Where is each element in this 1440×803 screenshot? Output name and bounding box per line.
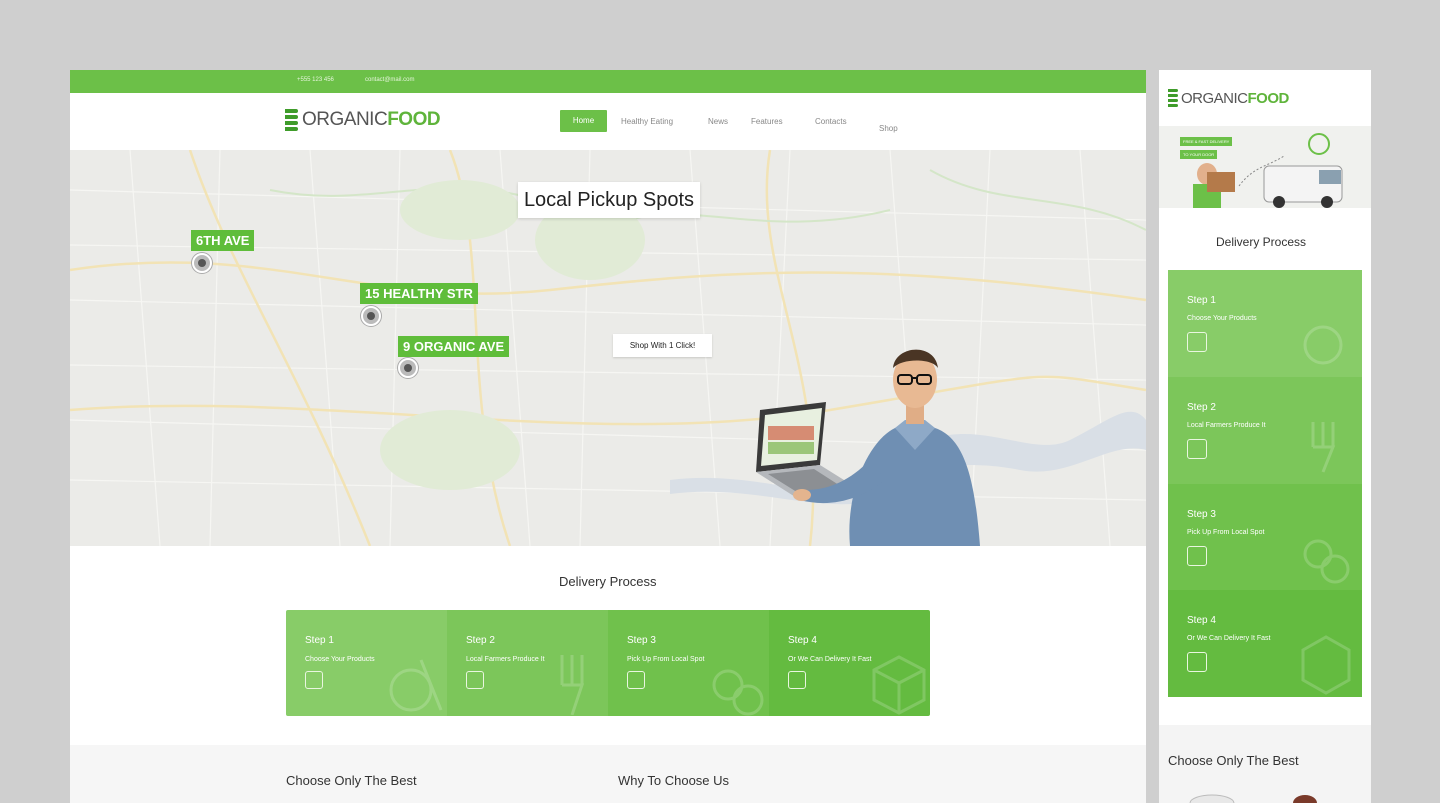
logo-icon bbox=[1168, 89, 1178, 107]
step-checkbox[interactable] bbox=[1187, 332, 1207, 352]
email-address[interactable]: contact@mail.com bbox=[365, 77, 414, 83]
mobile-choose-section: Choose Only The Best bbox=[1159, 725, 1371, 803]
step-title: Step 2 bbox=[466, 635, 495, 646]
step-checkbox[interactable] bbox=[466, 671, 484, 689]
bottom-section: Choose Only The Best Why To Choose Us bbox=[70, 745, 1146, 803]
why-choose-us-title: Why To Choose Us bbox=[618, 773, 730, 788]
pin-label-6th-ave[interactable]: 6TH AVE bbox=[191, 230, 255, 251]
step-checkbox[interactable] bbox=[305, 671, 323, 689]
mobile-header: ORGANIC FOOD bbox=[1159, 70, 1371, 126]
step-subtitle: Choose Your Products bbox=[305, 656, 375, 663]
step-checkbox[interactable] bbox=[1187, 439, 1207, 459]
map-pin-icon[interactable] bbox=[361, 306, 381, 326]
produce-icon bbox=[1303, 325, 1343, 365]
step-subtitle: Local Farmers Produce It bbox=[1187, 422, 1266, 429]
step-subtitle: Or We Can Delivery It Fast bbox=[788, 656, 872, 663]
step-title: Step 4 bbox=[1187, 615, 1216, 626]
nav-healthy-eating[interactable]: Healthy Eating bbox=[621, 117, 673, 126]
pin-label-9-organic-ave[interactable]: 9 ORGANIC AVE bbox=[398, 336, 510, 357]
box-icon bbox=[872, 655, 926, 715]
logo-text-organic: ORGANIC bbox=[1181, 89, 1248, 107]
basket-icon bbox=[1303, 539, 1350, 584]
step-title: Step 4 bbox=[788, 635, 817, 646]
step-title: Step 2 bbox=[1187, 402, 1216, 413]
step-title: Step 3 bbox=[627, 635, 656, 646]
mobile-step-card-2: Step 2 Local Farmers Produce It bbox=[1168, 377, 1362, 484]
logo-text-food: FOOD bbox=[387, 109, 441, 130]
step-subtitle: Choose Your Products bbox=[1187, 315, 1257, 322]
nav-shop[interactable]: Shop bbox=[879, 124, 898, 133]
mobile-mockup: ORGANIC FOOD FREE & FAST DELIVERY TO YOUR… bbox=[1159, 70, 1371, 803]
step-checkbox[interactable] bbox=[788, 671, 806, 689]
box-icon bbox=[1301, 635, 1351, 695]
step-subtitle: Pick Up From Local Spot bbox=[627, 656, 705, 663]
step-checkbox[interactable] bbox=[1187, 652, 1207, 672]
mobile-choose-title: Choose Only The Best bbox=[1168, 753, 1299, 768]
step-title: Step 1 bbox=[305, 635, 334, 646]
mobile-step-card-3: Step 3 Pick Up From Local Spot bbox=[1168, 484, 1362, 590]
step-subtitle: Local Farmers Produce It bbox=[466, 656, 545, 663]
map-pin-icon[interactable] bbox=[398, 358, 418, 378]
step-checkbox[interactable] bbox=[1187, 546, 1207, 566]
mobile-step-card-4: Step 4 Or We Can Delivery It Fast bbox=[1168, 590, 1362, 697]
nav-home[interactable]: Home bbox=[560, 110, 607, 132]
step-card-1: Step 1 Choose Your Products bbox=[286, 610, 447, 716]
produce-icon bbox=[389, 659, 443, 712]
man-with-laptop-image bbox=[756, 349, 980, 546]
mobile-step-card-1: Step 1 Choose Your Products bbox=[1168, 270, 1362, 377]
delivery-process-title: Delivery Process bbox=[559, 574, 657, 589]
mobile-delivery-banner: FREE & FAST DELIVERY TO YOUR DOOR bbox=[1159, 126, 1371, 208]
step-subtitle: Pick Up From Local Spot bbox=[1187, 529, 1265, 536]
mobile-steps: Step 1 Choose Your Products Step 2 Local… bbox=[1168, 270, 1362, 697]
fork-icon bbox=[560, 655, 585, 715]
fork-icon bbox=[1311, 422, 1336, 473]
logo-text-food: FOOD bbox=[1247, 89, 1290, 107]
site-logo[interactable]: ORGANIC FOOD bbox=[285, 109, 441, 131]
hero-map: Local Pickup Spots 6TH AVE 15 HEALTHY ST… bbox=[70, 150, 1146, 546]
step-checkbox[interactable] bbox=[627, 671, 645, 689]
step-subtitle: Or We Can Delivery It Fast bbox=[1187, 635, 1271, 642]
map-pin-icon[interactable] bbox=[192, 253, 212, 273]
mobile-delivery-title: Delivery Process bbox=[1216, 235, 1307, 249]
step-card-3: Step 3 Pick Up From Local Spot bbox=[608, 610, 769, 716]
hero-title: Local Pickup Spots bbox=[518, 182, 700, 218]
mobile-logo[interactable]: ORGANIC FOOD bbox=[1168, 89, 1289, 107]
phone-number[interactable]: +555 123 456 bbox=[297, 77, 334, 83]
shop-one-click-button[interactable]: Shop With 1 Click! bbox=[613, 334, 712, 357]
step-card-4: Step 4 Or We Can Delivery It Fast bbox=[769, 610, 930, 716]
nav-features[interactable]: Features bbox=[751, 117, 783, 126]
step-title: Step 1 bbox=[1187, 295, 1216, 306]
top-info-bar: +555 123 456 contact@mail.com bbox=[70, 70, 1146, 93]
desktop-mockup: +555 123 456 contact@mail.com ORGANIC FOO… bbox=[70, 70, 1146, 803]
mobile-delivery-process: Delivery Process Step 1 Choose Your Prod… bbox=[1159, 208, 1371, 725]
step-title: Step 3 bbox=[1187, 509, 1216, 520]
logo-text-organic: ORGANIC bbox=[302, 109, 388, 130]
product-images-partial bbox=[1189, 794, 1317, 803]
choose-best-title: Choose Only The Best bbox=[286, 773, 417, 788]
step-card-2: Step 2 Local Farmers Produce It bbox=[447, 610, 608, 716]
basket-icon bbox=[712, 669, 764, 716]
main-navbar: ORGANIC FOOD Home Healthy Eating News Fea… bbox=[70, 93, 1146, 150]
delivery-van-image bbox=[1193, 133, 1343, 208]
pin-label-15-healthy-str[interactable]: 15 HEALTHY STR bbox=[360, 283, 478, 304]
delivery-steps: Step 1 Choose Your Products Step 2 Local… bbox=[286, 610, 930, 716]
logo-icon bbox=[285, 109, 298, 131]
nav-contacts[interactable]: Contacts bbox=[815, 117, 847, 126]
nav-news[interactable]: News bbox=[708, 117, 728, 126]
